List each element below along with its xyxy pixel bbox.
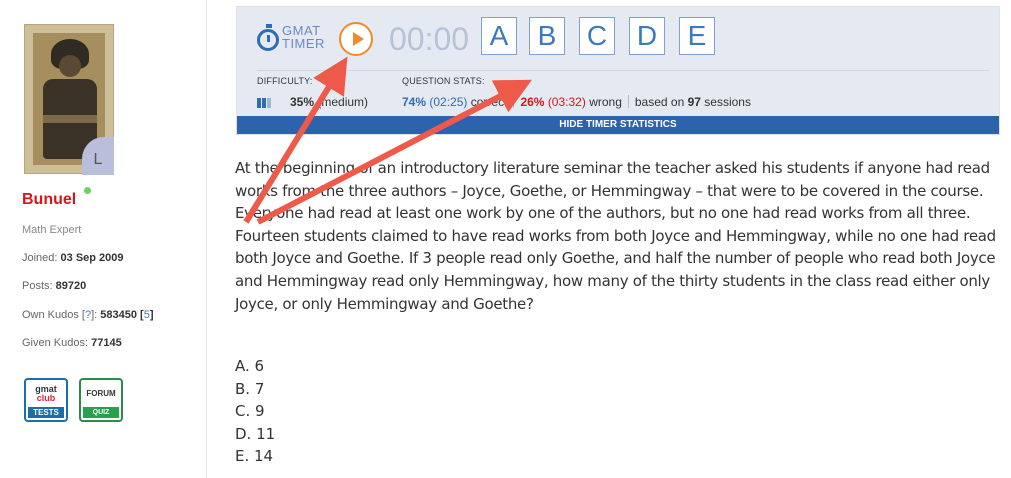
choice-b: B. 7 <box>235 379 265 398</box>
answer-button-c[interactable]: C <box>579 17 615 55</box>
gmat-timer-panel: GMAT TIMER 00:00 A B C D E DIFFICULTY: QU… <box>236 6 1000 135</box>
question-stats-label: QUESTION STATS: <box>402 76 485 86</box>
sessions-count: 97 <box>687 95 701 109</box>
own-kudos-bracket-open: [ <box>137 309 144 321</box>
gmat-club-tests-badge[interactable]: gmat club TESTS <box>24 378 68 422</box>
forum-quiz-badge[interactable]: FORUM QUIZ <box>79 378 123 422</box>
wrong-word: wrong <box>589 95 622 109</box>
badge-forum-bottom: QUIZ <box>83 407 119 418</box>
user-sidebar: L Bunuel Math Expert Joined: 03 Sep 2009… <box>0 0 207 478</box>
correct-time: (02:25) <box>429 95 468 109</box>
own-kudos-sep: ]: <box>91 309 101 321</box>
answer-choices: A. 6 B. 7 C. 9 D. 11 E. 14 <box>235 355 275 468</box>
own-kudos-info: Own Kudos [?]: 583450 [5] <box>22 309 154 321</box>
sessions-word: sessions <box>700 95 751 109</box>
play-icon[interactable] <box>339 22 373 56</box>
online-status-icon <box>84 187 91 194</box>
joined-value: 03 Sep 2009 <box>60 252 124 264</box>
joined-info: Joined: 03 Sep 2009 <box>22 252 124 264</box>
gmat-timer-logo: GMAT TIMER <box>257 23 324 57</box>
given-kudos-value: 77145 <box>91 337 122 349</box>
answer-button-b[interactable]: B <box>529 17 565 55</box>
difficulty-value: 35% (medium) <box>290 95 368 109</box>
panel-divider <box>257 70 989 71</box>
posts-label: Posts: <box>22 280 56 292</box>
posts-value[interactable]: 89720 <box>56 280 87 292</box>
badge-forum-top: FORUM <box>86 389 116 398</box>
answer-button-d[interactable]: D <box>629 17 665 55</box>
correct-percent: 74% <box>402 95 427 109</box>
question-text: At the beginning of an introductory lite… <box>235 159 996 313</box>
username-link[interactable]: Bunuel <box>22 191 76 209</box>
difficulty-label: DIFFICULTY: <box>257 76 313 86</box>
timer-display: 00:00 <box>389 21 470 57</box>
answer-button-e[interactable]: E <box>679 17 715 55</box>
own-kudos-value: 583450 <box>100 309 137 321</box>
hide-timer-statistics-button[interactable]: HIDE TIMER STATISTICS <box>237 116 999 134</box>
difficulty-level: (medium) <box>317 95 369 109</box>
badge-tests-mid: club <box>36 393 56 403</box>
difficulty-percent: 35% <box>290 95 315 109</box>
based-on-label: based on <box>634 95 688 109</box>
given-kudos-label: Given Kudos: <box>22 337 92 349</box>
choice-c: C. 9 <box>235 402 265 420</box>
choice-a: A. 6 <box>235 357 265 375</box>
correct-word: correct <box>470 95 508 109</box>
badge-tests-bottom: TESTS <box>28 407 64 418</box>
own-kudos-label: Own Kudos [ <box>22 309 85 321</box>
wrong-time: (03:32) <box>547 95 586 109</box>
given-kudos-info: Given Kudos: 77145 <box>22 337 122 349</box>
own-kudos-bracket-close: ] <box>149 309 154 321</box>
user-role: Math Expert <box>22 224 82 236</box>
gmat-timer-text: GMAT TIMER <box>282 23 325 51</box>
choice-e: E. 14 <box>235 447 274 465</box>
posts-info: Posts: 89720 <box>22 280 86 292</box>
wrong-percent: 26% <box>520 95 545 109</box>
question-stats-line: 74% (02:25) correct 26% (03:32) wrong base… <box>402 95 751 109</box>
difficulty-bars-icon <box>257 95 273 108</box>
joined-label: Joined: <box>22 252 61 264</box>
answer-button-a[interactable]: A <box>481 17 517 55</box>
choice-d: D. 11 <box>235 424 276 443</box>
stopwatch-icon <box>257 24 279 51</box>
